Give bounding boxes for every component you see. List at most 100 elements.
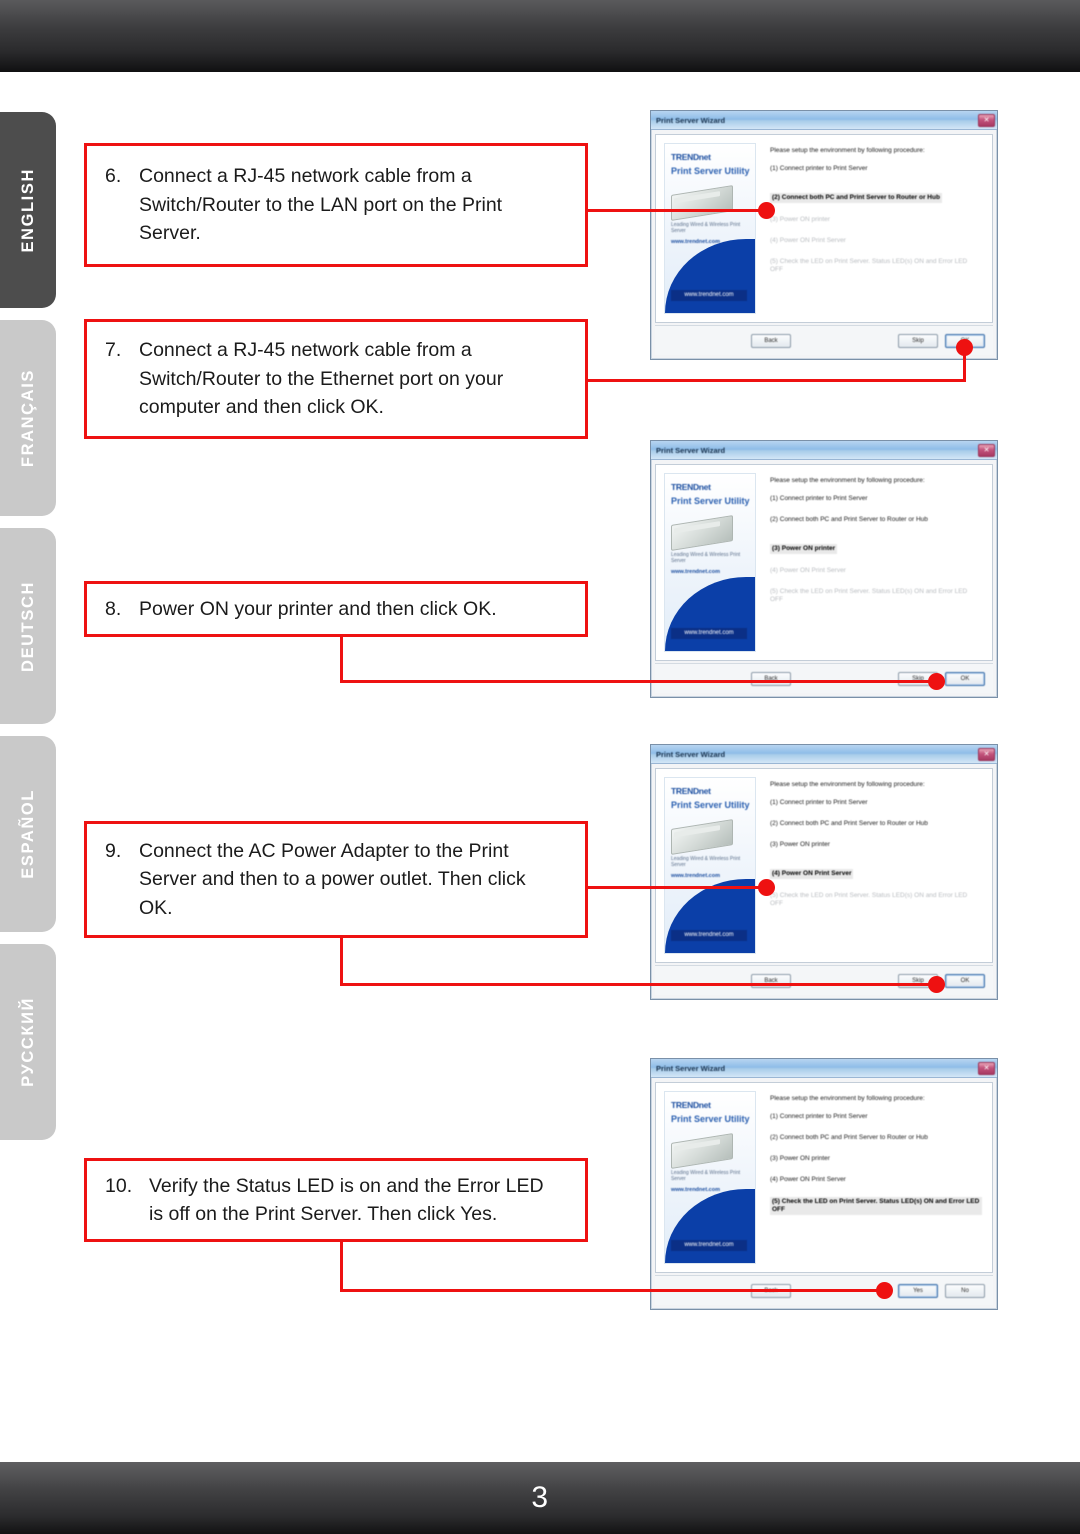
header-bar	[0, 0, 1080, 72]
sidebar-item-label: ENGLISH	[18, 167, 37, 253]
dialog-title: Print Server Wizard	[656, 1063, 726, 1073]
connector-step-9-horizontal	[340, 983, 940, 986]
utility-name: Print Server Utility	[671, 800, 750, 810]
banner-note-secondary: www.trendnet.com	[671, 569, 720, 575]
connector-step-8-horizontal	[340, 680, 940, 683]
brand-banner: TRENDnet Print Server Utility Leading Wi…	[664, 777, 756, 954]
wizard-step-1: (1) Connect printer to Print Server	[770, 495, 868, 502]
step-6-line-2: Switch/Router to the LAN port on the Pri…	[105, 191, 571, 220]
dialog-body: TRENDnet Print Server Utility Leading Wi…	[655, 464, 993, 661]
banner-note-secondary: www.trendnet.com	[671, 1187, 720, 1193]
dialog-title: Print Server Wizard	[656, 445, 726, 455]
close-icon[interactable]: ✕	[978, 1061, 995, 1075]
step-7-line-3: computer and then click OK.	[105, 393, 571, 422]
close-icon[interactable]: ✕	[978, 443, 995, 457]
brand-block: TRENDnet Print Server Utility	[671, 482, 751, 506]
connector-dot-step-8	[928, 673, 945, 690]
wizard-step-2: (2) Connect both PC and Print Server to …	[770, 1134, 928, 1141]
wizard-step-3: (3) Power ON printer	[770, 544, 838, 554]
wizard-step-1: (1) Connect printer to Print Server	[770, 799, 868, 806]
sidebar-item-espanol[interactable]: ESPAÑOL	[0, 736, 56, 932]
brand-url: www.trendnet.com	[671, 290, 747, 301]
sidebar-item-deutsch[interactable]: DEUTSCH	[0, 528, 56, 724]
wizard-heading: Please setup the environment by followin…	[770, 1095, 925, 1102]
close-icon[interactable]: ✕	[978, 113, 995, 127]
trendnet-logo: TRENDnet	[671, 482, 711, 492]
wizard-step-1: (1) Connect printer to Print Server	[770, 1113, 868, 1120]
step-10-line-1: 10. Verify the Status LED is on and the …	[105, 1172, 571, 1201]
dialog-title-bar: Print Server Wizard ✕	[651, 441, 997, 460]
step-text: Server and then to a power outlet. Then …	[139, 868, 526, 891]
wizard-step-3: (3) Power ON printer	[770, 1155, 830, 1162]
utility-name: Print Server Utility	[671, 166, 750, 176]
step-text: Verify the Status LED is on and the Erro…	[149, 1174, 544, 1197]
sidebar-item-label: ESPAÑOL	[18, 789, 37, 879]
banner-note: Leading Wired & Wireless Print Server	[671, 856, 741, 868]
page-root: ENGLISH FRANÇAIS DEUTSCH ESPAÑOL РУССКИЙ…	[0, 0, 1080, 1534]
dialog-body: TRENDnet Print Server Utility Leading Wi…	[655, 768, 993, 963]
print-server-wizard-dialog-1[interactable]: Print Server Wizard ✕ TRENDnet Print Ser…	[650, 110, 998, 360]
step-text: Server.	[139, 222, 201, 245]
step-9-line-3: OK.	[105, 894, 571, 923]
back-button[interactable]: Back	[751, 333, 791, 348]
print-server-wizard-dialog-2[interactable]: Print Server Wizard ✕ TRENDnet Print Ser…	[650, 440, 998, 698]
print-server-device-image	[671, 185, 733, 221]
dialog-footer: Back Skip OK	[655, 325, 993, 355]
connector-dot-step-6	[758, 202, 775, 219]
sidebar-item-label: DEUTSCH	[18, 580, 37, 672]
dialog-title-bar: Print Server Wizard ✕	[651, 111, 997, 130]
callout-step-9: 9. Connect the AC Power Adapter to the P…	[84, 821, 588, 938]
step-text: Switch/Router to the LAN port on the Pri…	[139, 193, 503, 216]
wizard-step-5: (5) Check the LED on Print Server. Statu…	[770, 258, 968, 273]
step-number: 9.	[105, 839, 122, 862]
brand-block: TRENDnet Print Server Utility	[671, 1100, 751, 1124]
close-icon[interactable]: ✕	[978, 747, 995, 761]
brand-banner: TRENDnet Print Server Utility Leading Wi…	[664, 473, 756, 652]
wizard-heading: Please setup the environment by followin…	[770, 477, 925, 484]
step-text: Connect the AC Power Adapter to the Prin…	[139, 839, 509, 862]
connector-dot-step-10	[876, 1282, 893, 1299]
yes-button[interactable]: Yes	[898, 1283, 938, 1298]
wizard-step-2: (2) Connect both PC and Print Server to …	[770, 193, 942, 203]
dialog-title: Print Server Wizard	[656, 115, 726, 125]
brand-banner: TRENDnet Print Server Utility Leading Wi…	[664, 1091, 756, 1264]
trendnet-logo: TRENDnet	[671, 786, 711, 796]
ok-button[interactable]: OK	[945, 973, 985, 988]
print-server-device-image	[671, 1133, 733, 1169]
print-server-wizard-dialog-4[interactable]: Print Server Wizard ✕ TRENDnet Print Ser…	[650, 1058, 998, 1310]
footer-bar: 3	[0, 1462, 1080, 1534]
brand-url: www.trendnet.com	[671, 930, 747, 941]
wizard-step-1: (1) Connect printer to Print Server	[770, 165, 868, 172]
banner-note: Leading Wired & Wireless Print Server	[671, 1170, 741, 1182]
wizard-heading: Please setup the environment by followin…	[770, 147, 925, 154]
utility-name: Print Server Utility	[671, 496, 750, 506]
sidebar-item-english[interactable]: ENGLISH	[0, 112, 56, 308]
callout-step-8: 8. Power ON your printer and then click …	[84, 581, 588, 637]
step-6-line-3: Server.	[105, 219, 571, 248]
sidebar-item-francais[interactable]: FRANÇAIS	[0, 320, 56, 516]
skip-button[interactable]: Skip	[898, 333, 938, 348]
print-server-wizard-dialog-3[interactable]: Print Server Wizard ✕ TRENDnet Print Ser…	[650, 744, 998, 1000]
utility-name: Print Server Utility	[671, 1114, 750, 1124]
no-button[interactable]: No	[945, 1283, 985, 1298]
brand-block: TRENDnet Print Server Utility	[671, 152, 751, 176]
back-button[interactable]: Back	[751, 671, 791, 686]
dialog-title-bar: Print Server Wizard ✕	[651, 745, 997, 764]
trendnet-logo: TRENDnet	[671, 152, 711, 162]
connector-step-9	[586, 886, 766, 889]
sidebar-item-russian[interactable]: РУССКИЙ	[0, 944, 56, 1140]
connector-step-7-horizontal	[586, 379, 966, 382]
connector-dot-step-9b	[928, 976, 945, 993]
wizard-step-2: (2) Connect both PC and Print Server to …	[770, 820, 928, 827]
brand-banner: TRENDnet Print Server Utility Leading Wi…	[664, 143, 756, 314]
connector-step-9-vertical	[340, 938, 343, 986]
connector-dot-step-7	[956, 339, 973, 356]
connector-step-10-horizontal	[340, 1289, 888, 1292]
step-text: Switch/Router to the Ethernet port on yo…	[139, 367, 504, 390]
wizard-step-4: (4) Power ON Print Server	[770, 869, 854, 879]
ok-button[interactable]: OK	[945, 671, 985, 686]
step-9-line-1: 9. Connect the AC Power Adapter to the P…	[105, 837, 571, 866]
step-text: computer and then click OK.	[139, 396, 384, 419]
dialog-title-bar: Print Server Wizard ✕	[651, 1059, 997, 1078]
wizard-step-5: (5) Check the LED on Print Server. Statu…	[770, 892, 968, 907]
